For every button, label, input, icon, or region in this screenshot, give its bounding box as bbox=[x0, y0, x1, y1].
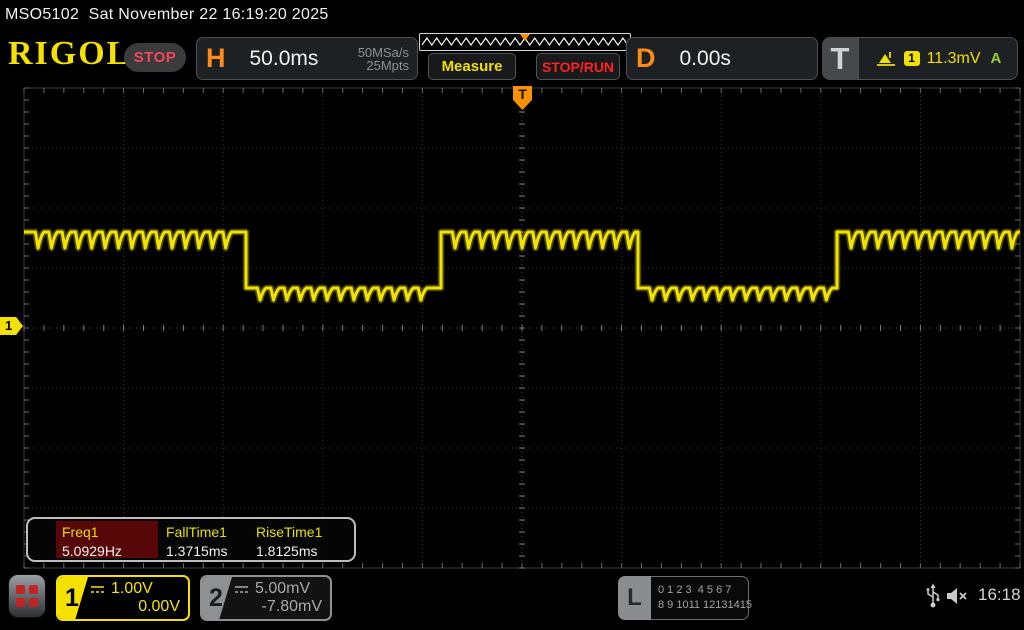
channel2-number: 2 bbox=[209, 584, 223, 612]
model-datetime-text: MSO5102 Sat November 22 16:19:20 2025 bbox=[5, 6, 329, 23]
preview-position-marker-icon bbox=[520, 34, 530, 41]
channel1-tab: 1 bbox=[58, 577, 88, 619]
trigger-mode-auto: A bbox=[990, 50, 1002, 67]
channel2-offset-value: -7.80mV bbox=[261, 598, 322, 615]
channel1-marker-label: 1 bbox=[5, 318, 13, 333]
top-status-bar: MSO5102 Sat November 22 16:19:20 2025 bbox=[0, 0, 1024, 30]
clock-time: 16:18 bbox=[978, 585, 1021, 604]
delay-panel[interactable]: D 0.00s bbox=[626, 37, 818, 80]
measurement-label: Freq1 bbox=[62, 524, 99, 540]
measurement-label: FallTime1 bbox=[166, 524, 227, 540]
trigger-source-badge: 1 bbox=[903, 51, 920, 66]
measurement-value: 1.3715ms bbox=[166, 543, 228, 559]
measurement-risetime1[interactable]: RiseTime1 1.8125ms bbox=[250, 521, 352, 559]
horizontal-label: H bbox=[206, 43, 226, 73]
trigger-marker-label: T bbox=[518, 86, 527, 102]
speaker-muted-icon bbox=[947, 588, 967, 604]
rigol-logo: RIGOL bbox=[8, 35, 132, 72]
delay-label: D bbox=[636, 43, 656, 73]
channel2-values: 5.00mV -7.80mV bbox=[232, 577, 330, 619]
channel1-box[interactable]: 1 1.00V 0.00V bbox=[56, 575, 190, 621]
channel2-tab: 2 bbox=[202, 577, 232, 619]
measurement-falltime1[interactable]: FallTime1 1.3715ms bbox=[160, 521, 250, 559]
logic-row-0-7: 0 1 2 3 4 5 6 7 bbox=[658, 584, 732, 596]
trigger-tab-label[interactable]: T bbox=[822, 37, 858, 80]
oscilloscope-screen: MSO5102 Sat November 22 16:19:20 2025 RI… bbox=[0, 0, 1024, 630]
waveform-preview-strip[interactable] bbox=[419, 33, 631, 51]
bottom-bar: 1 1.00V 0.00V 2 5.00mV -7.80mV L 0 1 2 3… bbox=[0, 570, 1024, 630]
channel1-values: 1.00V 0.00V bbox=[88, 577, 188, 619]
memory-depth-value: 25Mpts bbox=[366, 57, 409, 73]
trigger-level-value: 11.3mV bbox=[926, 49, 981, 67]
logic-tab-label: L bbox=[618, 576, 651, 620]
usb-icon bbox=[926, 583, 940, 608]
logic-channel-numbers: 0 1 2 3 4 5 6 7 8 9 1011 12131415 bbox=[651, 576, 752, 620]
acquisition-info: 50MSa/s 25Mpts bbox=[358, 46, 409, 72]
waveform-display bbox=[23, 87, 1022, 569]
measurement-label: RiseTime1 bbox=[256, 524, 323, 540]
header-bar: RIGOL STOP H 50.0ms 50MSa/s 25Mpts Measu… bbox=[0, 30, 1024, 85]
channel-grid-button[interactable] bbox=[8, 574, 46, 618]
channel1-scale: 1.00V bbox=[111, 580, 153, 597]
channel2-box[interactable]: 2 5.00mV -7.80mV bbox=[200, 575, 332, 621]
channel1-offset-value: 0.00V bbox=[138, 598, 180, 615]
measurement-freq1[interactable]: Freq1 5.0929Hz bbox=[56, 521, 158, 559]
delay-value: 0.00s bbox=[679, 46, 731, 70]
stop-run-button[interactable]: STOP/RUN bbox=[536, 53, 620, 80]
dc-coupling-icon bbox=[91, 585, 104, 593]
horizontal-timebase-panel[interactable]: H 50.0ms 50MSa/s 25Mpts bbox=[196, 37, 418, 80]
trigger-falling-edge-icon bbox=[876, 51, 895, 66]
sample-rate-value: 50MSa/s bbox=[357, 44, 409, 60]
dc-coupling-icon bbox=[235, 585, 248, 593]
channel1-number: 1 bbox=[65, 584, 79, 612]
trigger-panel[interactable]: 1 11.3mV A bbox=[858, 37, 1018, 80]
run-state-badge: STOP bbox=[124, 43, 186, 72]
channel2-scale: 5.00mV bbox=[255, 580, 311, 597]
four-squares-icon bbox=[16, 585, 38, 607]
measurement-value: 5.0929Hz bbox=[62, 543, 122, 559]
timebase-value: 50.0ms bbox=[249, 46, 319, 70]
logic-analyzer-box[interactable]: L 0 1 2 3 4 5 6 7 8 9 1011 12131415 bbox=[618, 576, 752, 620]
measure-button[interactable]: Measure bbox=[428, 53, 516, 80]
logic-row-8-15: 8 9 1011 12131415 bbox=[658, 599, 752, 611]
measurement-panel: Freq1 5.0929Hz FallTime1 1.3715ms RiseTi… bbox=[26, 517, 356, 562]
measurement-value: 1.8125ms bbox=[256, 543, 318, 559]
